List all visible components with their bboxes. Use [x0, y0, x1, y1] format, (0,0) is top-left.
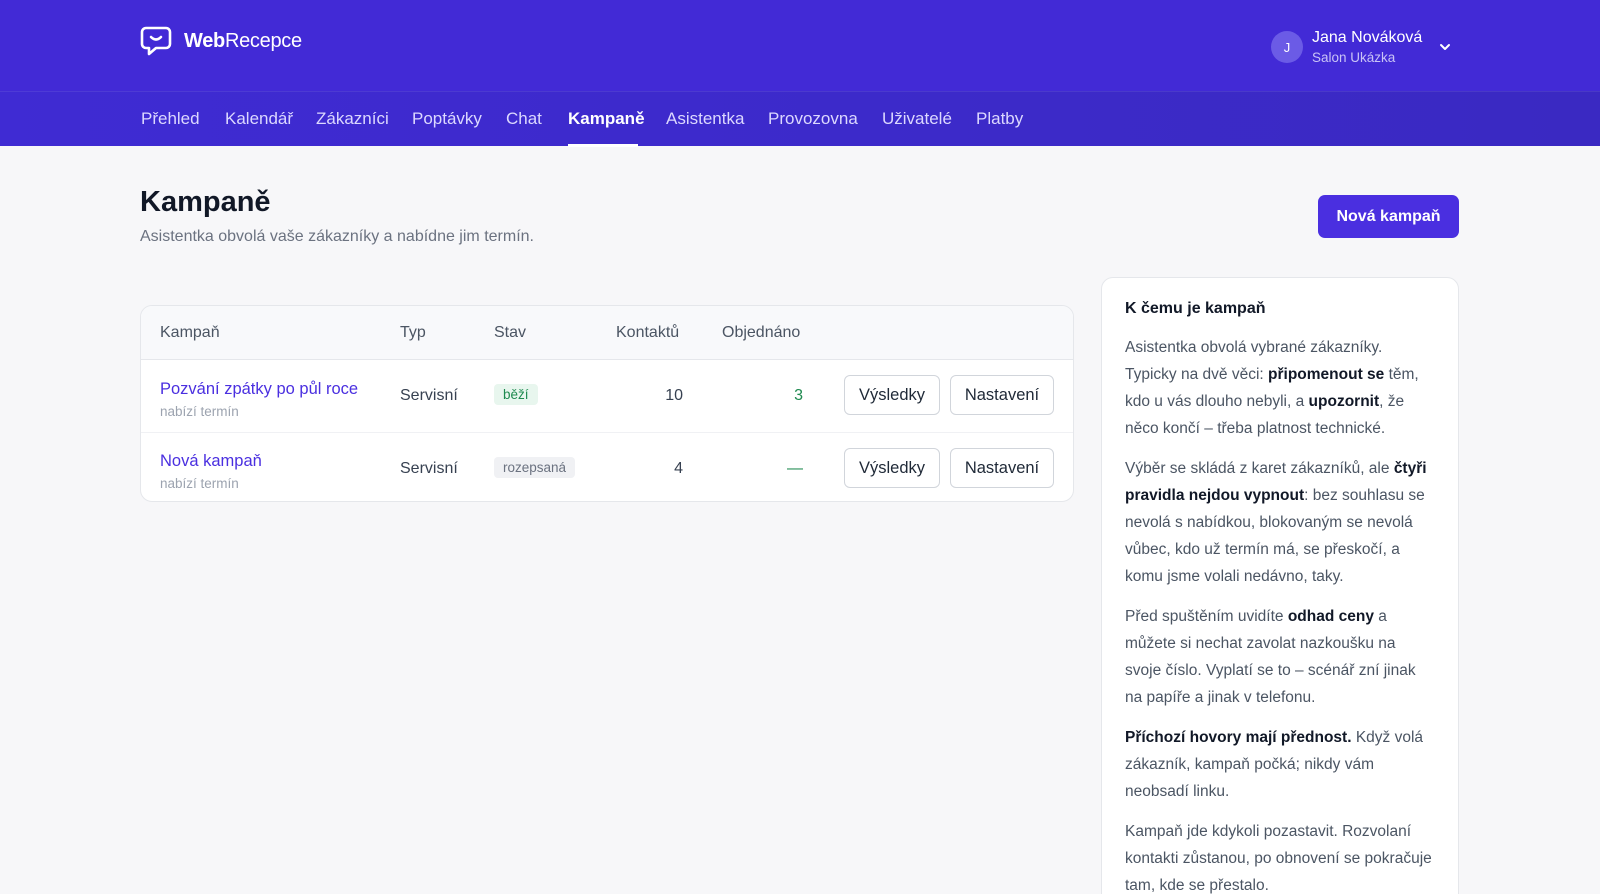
table-row: Pozvání zpátky po půl roce nabízí termín…	[141, 360, 1073, 432]
page-subtitle: Asistentka obvolá vaše zákazníky a nabíd…	[140, 228, 534, 245]
status-badge: rozepsaná	[494, 457, 576, 478]
info-paragraph: Výběr se skládá z karet zákazníků, ale č…	[1125, 460, 1427, 585]
info-paragraph: Příchozí hovory mají přednost. Když volá…	[1125, 729, 1424, 800]
results-button[interactable]: Výsledky	[844, 375, 940, 415]
col-type: Typ	[400, 324, 426, 341]
top-bar: WebRecepce J Jana Nováková Salon Ukázka	[0, 0, 1600, 91]
user-name: Jana Nováková	[1312, 29, 1423, 46]
nav-item-asistentka[interactable]: Asistentka	[666, 92, 744, 147]
campaign-subtitle: nabízí termín	[160, 476, 239, 491]
settings-button[interactable]: Nastavení	[950, 375, 1054, 415]
page-title: Kampaně	[140, 186, 271, 218]
nav-item-kampane[interactable]: Kampaně	[568, 92, 645, 147]
nav-item-poptavky[interactable]: Poptávky	[412, 92, 482, 147]
table-row: Nová kampaň nabízí termín Servisní rozep…	[141, 432, 1073, 501]
brand-name: WebRecepce	[184, 29, 302, 52]
col-ordered: Objednáno	[722, 324, 801, 341]
campaigns-table: Kampaň Typ Stav Kontaktů Objednáno Pozvá…	[140, 305, 1074, 502]
settings-button[interactable]: Nastavení	[950, 448, 1054, 488]
nav-item-zakaznici[interactable]: Zákazníci	[316, 92, 389, 147]
info-panel: K čemu je kampaň Asistentka obvolá vybra…	[1101, 277, 1459, 894]
results-button[interactable]: Výsledky	[844, 448, 940, 488]
nav-item-provozovna[interactable]: Provozovna	[768, 92, 858, 147]
contacts-count: 10	[665, 387, 683, 404]
ordered-count: 3	[794, 387, 803, 404]
main-nav: Přehled Kalendář Zákazníci Poptávky Chat…	[0, 91, 1600, 147]
campaign-type: Servisní	[400, 387, 458, 404]
chat-bubble-icon	[140, 26, 172, 56]
col-status: Stav	[494, 324, 527, 341]
user-menu[interactable]: J Jana Nováková Salon Ukázka	[1271, 28, 1452, 66]
campaign-name-link[interactable]: Pozvání zpátky po půl roce	[160, 380, 358, 399]
ordered-count: —	[787, 460, 803, 477]
nav-item-kalendar[interactable]: Kalendář	[225, 92, 293, 147]
brand-logo[interactable]: WebRecepce	[140, 26, 302, 56]
contacts-count: 4	[674, 460, 683, 477]
nav-item-prehled[interactable]: Přehled	[141, 92, 200, 147]
nav-item-uzivatele[interactable]: Uživatelé	[882, 92, 952, 147]
campaign-subtitle: nabízí termín	[160, 404, 239, 419]
info-title: K čemu je kampaň	[1125, 300, 1266, 317]
col-contacts: Kontaktů	[616, 324, 680, 341]
col-campaign: Kampaň	[160, 324, 220, 341]
table-header: Kampaň Typ Stav Kontaktů Objednáno	[141, 306, 1073, 360]
nav-item-platby[interactable]: Platby	[976, 92, 1023, 147]
status-badge: běží	[494, 384, 538, 405]
campaign-type: Servisní	[400, 460, 458, 477]
info-paragraph: Asistentka obvolá vybrané zákazníky. Typ…	[1125, 339, 1419, 437]
info-paragraph: Před spuštěním uvidíte odhad ceny a může…	[1125, 608, 1416, 706]
avatar: J	[1271, 31, 1303, 64]
info-paragraph: Kampaň jde kdykoli pozastavit. Rozvolaní…	[1125, 823, 1432, 894]
user-salon: Salon Ukázka	[1312, 49, 1396, 65]
campaign-name-link[interactable]: Nová kampaň	[160, 452, 262, 471]
nav-item-chat[interactable]: Chat	[506, 92, 542, 147]
new-campaign-button[interactable]: Nová kampaň	[1318, 195, 1459, 238]
chevron-down-icon[interactable]	[1438, 40, 1452, 54]
